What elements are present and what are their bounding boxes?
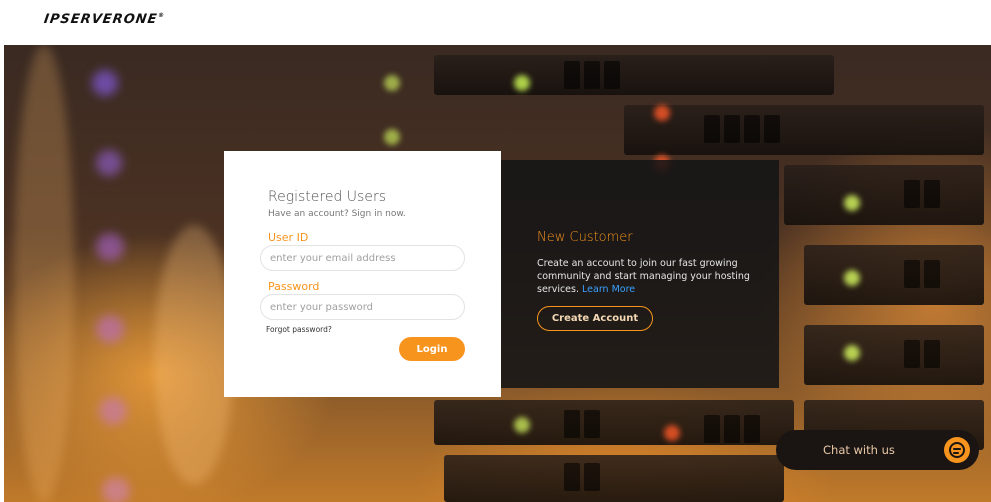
server-rack: [444, 455, 784, 502]
chat-bubble-icon[interactable]: [944, 437, 970, 463]
drive-bay: [744, 415, 760, 443]
brand-logo[interactable]: IPSERVERONE®: [43, 12, 165, 27]
drive-bay: [924, 180, 940, 208]
logo-text: IPSERVERONE: [42, 12, 159, 27]
server-rack: [784, 165, 984, 225]
login-title: Registered Users: [268, 189, 387, 205]
password-label: Password: [268, 280, 320, 293]
bokeh-light: [154, 225, 234, 485]
bokeh-light: [102, 477, 130, 502]
new-customer-description: Create an account to join our fast growi…: [537, 258, 750, 295]
bokeh-light: [96, 150, 122, 176]
status-led: [844, 345, 860, 361]
status-led: [664, 425, 680, 441]
bokeh-light: [96, 315, 124, 343]
drive-bay: [924, 340, 940, 368]
user-id-input[interactable]: [260, 245, 465, 271]
drive-bay: [704, 415, 720, 443]
drive-bay: [724, 415, 740, 443]
forgot-password-link[interactable]: Forgot password?: [266, 325, 332, 334]
drive-bay: [604, 61, 620, 89]
drive-bay: [584, 463, 600, 491]
password-input[interactable]: [260, 294, 465, 320]
server-rack: [804, 325, 984, 385]
drive-bay: [904, 180, 920, 208]
chat-label: Chat with us: [823, 443, 895, 457]
status-led: [844, 195, 860, 211]
status-led: [384, 75, 400, 91]
drive-bay: [744, 115, 760, 143]
bokeh-light: [96, 233, 124, 261]
new-customer-text: Create an account to join our fast growi…: [537, 257, 762, 296]
drive-bay: [584, 61, 600, 89]
bokeh-light: [14, 45, 74, 502]
status-led: [654, 105, 670, 121]
server-rack: [624, 105, 984, 155]
drive-bay: [564, 61, 580, 89]
status-led: [514, 417, 530, 433]
drive-bay: [584, 410, 600, 438]
new-customer-panel: New Customer Create an account to join o…: [501, 160, 779, 388]
create-account-button[interactable]: Create Account: [537, 306, 653, 331]
drive-bay: [724, 115, 740, 143]
drive-bay: [764, 115, 780, 143]
bokeh-light: [92, 70, 118, 96]
server-rack: [804, 245, 984, 305]
status-led: [514, 75, 530, 91]
login-subtitle: Have an account? Sign in now.: [268, 209, 406, 219]
user-id-label: User ID: [268, 231, 309, 244]
learn-more-link[interactable]: Learn More: [582, 284, 635, 295]
drive-bay: [924, 260, 940, 288]
drive-bay: [904, 340, 920, 368]
bokeh-light: [99, 397, 127, 425]
chat-widget[interactable]: Chat with us: [776, 430, 979, 470]
login-button[interactable]: Login: [399, 337, 465, 361]
new-customer-title: New Customer: [537, 230, 633, 245]
drive-bay: [564, 463, 580, 491]
server-rack: [434, 55, 834, 95]
login-card: Registered Users Have an account? Sign i…: [224, 151, 501, 397]
status-led: [384, 129, 400, 145]
drive-bay: [564, 410, 580, 438]
status-led: [844, 270, 860, 286]
drive-bay: [704, 115, 720, 143]
server-rack: [434, 400, 794, 445]
drive-bay: [904, 260, 920, 288]
top-bar: IPSERVERONE®: [0, 0, 991, 45]
